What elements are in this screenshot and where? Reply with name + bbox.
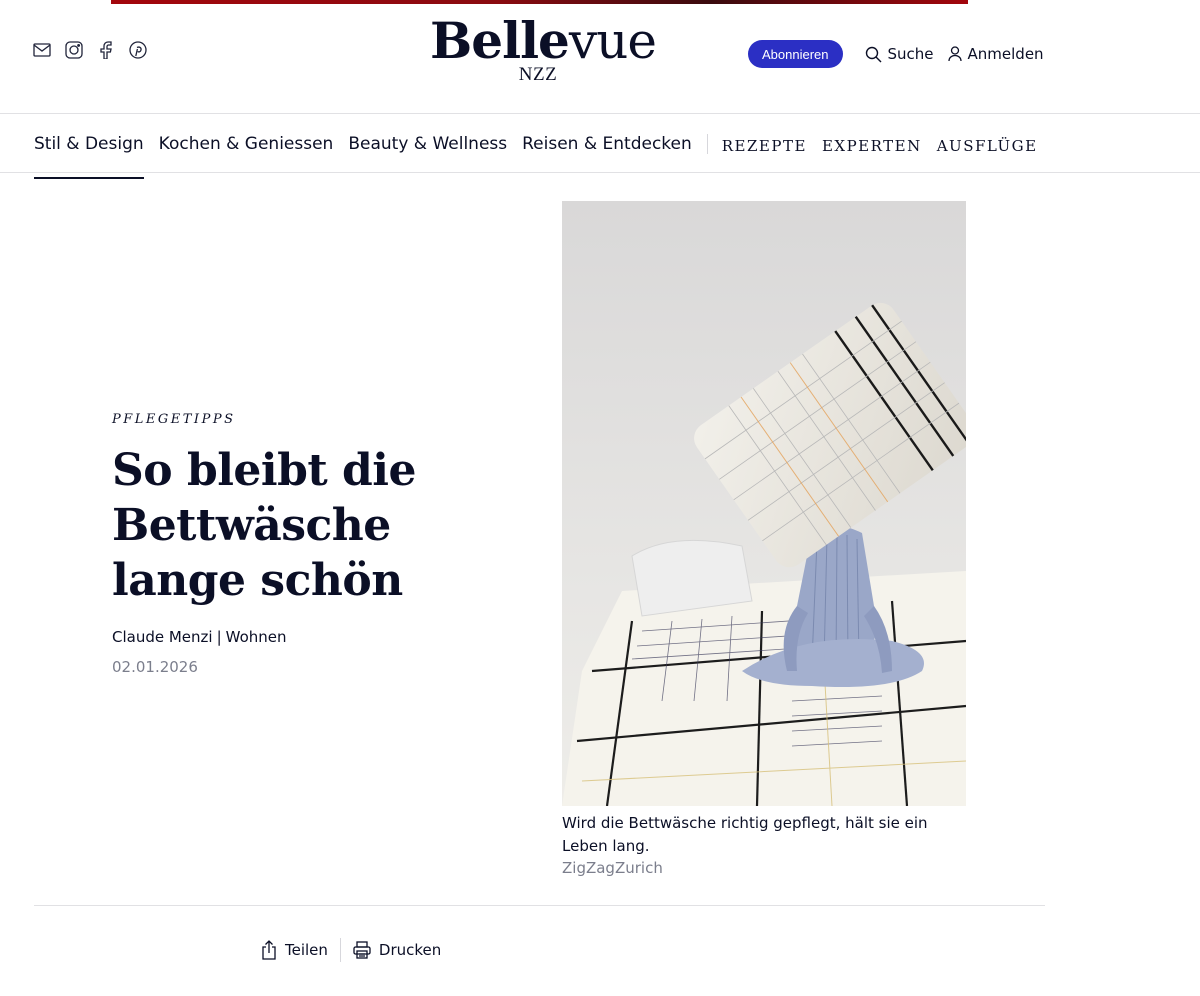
search-label: Suche <box>887 45 934 63</box>
caption-text: Wird die Bettwäsche richtig gepflegt, hä… <box>562 814 928 855</box>
article-actions: Teilen Drucken <box>261 938 441 962</box>
nav-item-ausfluege[interactable]: AUSFLÜGE <box>937 133 1038 155</box>
subscribe-button[interactable]: Abonnieren <box>748 40 843 68</box>
login-link[interactable]: Anmelden <box>947 45 1044 63</box>
nav-item-beauty-wellness[interactable]: Beauty & Wellness <box>348 114 507 173</box>
facebook-icon[interactable] <box>96 40 116 60</box>
instagram-icon[interactable] <box>64 40 84 60</box>
logo-light: vue <box>568 12 657 70</box>
nav-item-kochen-geniessen[interactable]: Kochen & Geniessen <box>159 114 334 173</box>
share-icon <box>262 940 276 960</box>
image-credit: ZigZagZurich <box>562 859 663 877</box>
login-label: Anmelden <box>967 45 1044 63</box>
article-header: PFLEGETIPPS So bleibt die Bettwäsche lan… <box>112 412 532 676</box>
mail-icon[interactable] <box>32 40 52 60</box>
nav-item-experten[interactable]: EXPERTEN <box>822 133 922 155</box>
content-divider <box>34 905 1045 906</box>
article-title: So bleibt die Bettwäsche lange schön <box>112 445 417 606</box>
author-name[interactable]: Claude Menzi <box>112 628 213 646</box>
pinterest-icon[interactable] <box>128 40 148 60</box>
byline-separator: | <box>216 628 222 646</box>
search-link[interactable]: Suche <box>865 45 934 63</box>
hero-image <box>562 201 966 806</box>
print-label: Drucken <box>378 941 442 959</box>
article-date: 02.01.2026 <box>112 658 198 676</box>
nav-item-reisen-entdecken[interactable]: Reisen & Entdecken <box>522 114 692 173</box>
nav-item-rezepte[interactable]: REZEPTE <box>722 133 807 155</box>
main-navigation: Stil & Design Kochen & Geniessen Beauty … <box>0 114 1200 179</box>
image-caption: Wird die Bettwäsche richtig gepflegt, hä… <box>562 812 966 877</box>
nav-divider <box>706 133 708 154</box>
share-label: Teilen <box>285 941 328 959</box>
actions-divider <box>339 938 341 962</box>
nav-item-stil-design[interactable]: Stil & Design <box>34 114 144 179</box>
printer-icon <box>353 941 371 959</box>
social-links <box>32 40 148 60</box>
logo-bold: Belle <box>430 11 570 70</box>
share-button[interactable]: Teilen <box>261 940 328 960</box>
article-byline: Claude Menzi | Wohnen <box>112 628 532 646</box>
site-header: Bellevue NZZ Abonnieren Suche Anmelden <box>0 4 1200 114</box>
brand-logo[interactable]: Bellevue NZZ <box>430 11 657 86</box>
header-actions: Abonnieren Suche Anmelden <box>748 40 1044 68</box>
article-kicker: PFLEGETIPPS <box>112 412 236 427</box>
print-button[interactable]: Drucken <box>353 941 441 959</box>
search-icon <box>865 46 881 62</box>
article-category[interactable]: Wohnen <box>226 628 287 646</box>
user-icon <box>947 46 962 62</box>
